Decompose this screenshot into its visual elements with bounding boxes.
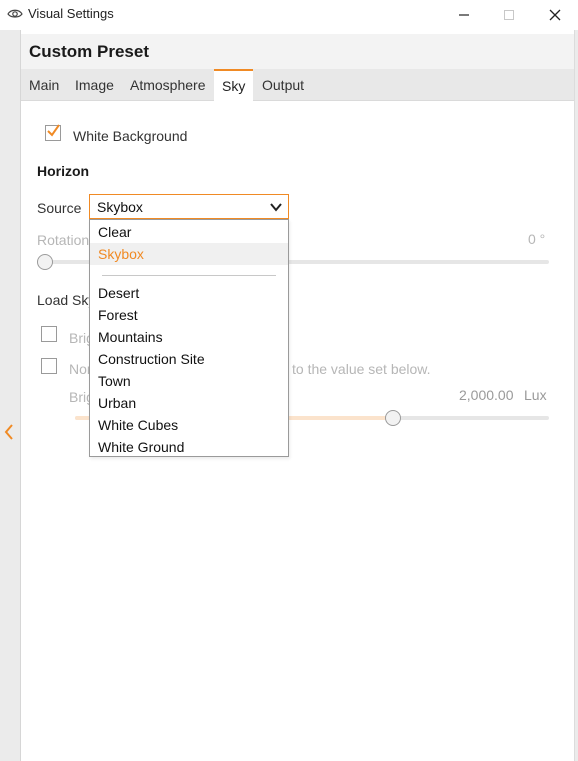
option-construction-site[interactable]: Construction Site (90, 348, 288, 370)
normalize-suffix: to the value set below. (292, 361, 431, 377)
maximize-icon (504, 10, 514, 20)
scrollbar-edge[interactable] (574, 30, 578, 761)
normalize-checkbox[interactable] (41, 358, 57, 374)
tab-atmosphere[interactable]: Atmosphere (122, 69, 213, 101)
option-mountains[interactable]: Mountains (90, 326, 288, 348)
window-title: Visual Settings (28, 6, 114, 21)
tab-main[interactable]: Main (21, 69, 67, 101)
panel-header: Custom Preset (21, 34, 574, 69)
eye-icon (7, 9, 23, 18)
option-clear[interactable]: Clear (90, 221, 288, 243)
close-icon (549, 9, 561, 21)
source-label: Source (37, 200, 82, 216)
option-white-ground[interactable]: White Ground (90, 436, 288, 458)
source-dropdown-list: Clear Skybox Desert Forest Mountains Con… (89, 219, 289, 457)
checkmark-icon (47, 124, 60, 137)
option-forest[interactable]: Forest (90, 304, 288, 326)
option-town[interactable]: Town (90, 370, 288, 392)
tab-image[interactable]: Image (67, 69, 122, 101)
brightness-slider-thumb[interactable] (385, 410, 401, 426)
dropdown-separator (102, 275, 276, 276)
brightness-value: 2,000.00 (459, 387, 514, 403)
option-skybox[interactable]: Skybox (90, 243, 288, 265)
source-select-value: Skybox (97, 199, 143, 215)
chevron-down-icon (270, 203, 282, 212)
rotation-slider-thumb[interactable] (37, 254, 53, 270)
panel-title: Custom Preset (29, 42, 149, 61)
chevron-left-icon[interactable] (2, 423, 16, 441)
option-white-cubes[interactable]: White Cubes (90, 414, 288, 436)
minimize-button[interactable] (441, 0, 487, 30)
rotation-label: Rotation (37, 232, 90, 248)
rotation-value: 0 ° (528, 231, 546, 247)
maximize-button[interactable] (486, 0, 532, 30)
option-desert[interactable]: Desert (90, 282, 288, 304)
white-background-label: White Background (73, 128, 188, 144)
minimize-icon (459, 14, 469, 16)
option-urban[interactable]: Urban (90, 392, 288, 414)
white-background-checkbox[interactable] (45, 124, 61, 141)
tab-sky[interactable]: Sky (214, 69, 254, 101)
side-gutter (0, 30, 21, 761)
tab-output[interactable]: Output (254, 69, 312, 101)
close-button[interactable] (532, 0, 578, 30)
brightness-checkbox[interactable] (41, 326, 57, 342)
source-select[interactable]: Skybox (89, 194, 289, 219)
horizon-heading: Horizon (37, 163, 90, 179)
title-bar: Visual Settings (0, 0, 578, 30)
tab-bar: Main Image Atmosphere Sky Output (21, 69, 574, 101)
brightness-unit: Lux (524, 387, 547, 403)
load-sky-label: Load Sky (37, 292, 96, 308)
